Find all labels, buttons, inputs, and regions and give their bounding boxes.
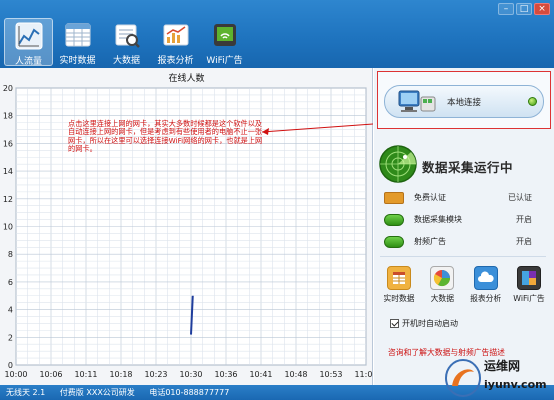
window-controls: – □ × xyxy=(498,3,550,15)
stat-data-collection-name: 数据采集模块 xyxy=(414,215,462,224)
tab-big-data[interactable]: 大数据 xyxy=(102,18,151,66)
close-button[interactable]: × xyxy=(534,3,550,15)
y-tick-label: 10 xyxy=(3,223,13,232)
stat-free-auth-value: 已认证 xyxy=(508,193,532,202)
tab-big-data-label: 大数据 xyxy=(112,56,140,66)
stat-free-auth: 免费认证 已认证 xyxy=(382,190,548,206)
watermark-line2: iyunv.com xyxy=(484,378,547,391)
report-analysis-icon xyxy=(162,21,190,49)
autostart-checkbox[interactable] xyxy=(390,319,399,328)
local-connection-label: 本地连接 xyxy=(447,98,482,108)
divider xyxy=(380,256,546,257)
tab-traffic-label: 人流量 xyxy=(14,57,42,67)
stat-free-auth-name: 免费认证 xyxy=(414,193,446,202)
realtime-data-icon xyxy=(387,266,411,290)
y-tick-label: 8 xyxy=(8,250,13,259)
tab-wifi-ad[interactable]: WiFi广告 xyxy=(200,18,249,66)
y-tick-label: 16 xyxy=(3,139,13,148)
y-tick-label: 12 xyxy=(3,195,13,204)
shortcut-report-analysis-label: 报表分析 xyxy=(470,294,502,303)
chart-annotation: 点击这里连接上网的网卡，其实大多数时候都是这个软件以及自动连接上网的网卡，但是考… xyxy=(68,119,263,153)
maximize-button[interactable]: □ xyxy=(516,3,532,15)
x-tick-label: 10:06 xyxy=(39,370,62,379)
shortcut-report-analysis[interactable]: 报表分析 xyxy=(465,266,507,304)
collection-status-title: 数据采集运行中 xyxy=(422,160,514,175)
local-connection-button[interactable]: 本地连接 xyxy=(384,85,544,118)
shortcut-big-data[interactable]: 大数据 xyxy=(421,266,463,304)
connection-status-dot-icon xyxy=(528,97,537,106)
auth-badge-icon xyxy=(384,192,404,204)
toolbar: – □ × 人流量 实时数据 大数据 报表分析 WiFi广告 xyxy=(0,0,554,68)
tab-report-analysis[interactable]: 报表分析 xyxy=(151,18,200,66)
minimize-button[interactable]: – xyxy=(498,3,514,15)
y-tick-label: 14 xyxy=(3,167,13,176)
green-toggle-icon[interactable] xyxy=(384,236,404,248)
chart-title: 在线人数 xyxy=(168,74,205,84)
edition-text: 付费版 XXX公司研发 xyxy=(59,388,135,397)
phone-text: 电话010-888877777 xyxy=(149,388,230,397)
tab-realtime-data[interactable]: 实时数据 xyxy=(53,18,102,66)
wifi-ad-icon xyxy=(211,21,239,49)
wifi-ad-icon xyxy=(516,266,541,290)
status-panel: 本地连接 数据采集运行中 免费认证 已认证 数据采集模块 开启 射频广告 开启 … xyxy=(374,68,554,385)
autostart-option[interactable]: 开机时自动启动 xyxy=(390,318,458,329)
autostart-label: 开机时自动启动 xyxy=(402,319,458,328)
x-tick-label: 10:48 xyxy=(284,370,307,379)
network-adapter-icon xyxy=(398,90,436,112)
stat-data-collection: 数据采集模块 开启 xyxy=(382,212,548,228)
tab-wifi-ad-label: WiFi广告 xyxy=(206,56,243,66)
x-tick-label: 10:11 xyxy=(74,370,97,379)
y-tick-label: 20 xyxy=(3,84,13,93)
shortcut-bar: 实时数据 大数据 报表分析 WiFi广告 xyxy=(378,266,550,304)
radar-status-icon xyxy=(379,145,417,183)
cloud-report-icon xyxy=(473,266,498,290)
x-tick-label: 11:00 xyxy=(354,370,373,379)
shortcut-realtime-data-label: 实时数据 xyxy=(383,294,415,303)
version-text: 无线天 2.1 xyxy=(6,388,46,397)
online-users-chart: 0 2 4 6 8 10 12 14 16 18 20 10:00 10:06 10:11 10:18 10:… xyxy=(3,84,373,379)
x-tick-label: 10:53 xyxy=(319,370,342,379)
green-toggle-icon[interactable] xyxy=(384,214,404,226)
traffic-chart-icon xyxy=(15,22,43,50)
y-tick-label: 6 xyxy=(8,278,13,287)
site-watermark: 运维网 iyunv.com xyxy=(444,356,552,400)
tab-realtime-data-label: 实时数据 xyxy=(59,56,96,66)
shortcut-big-data-label: 大数据 xyxy=(430,294,455,303)
y-tick-label: 0 xyxy=(8,361,13,370)
stat-data-collection-value: 开启 xyxy=(516,215,532,224)
x-tick-label: 10:00 xyxy=(4,370,27,379)
traffic-chart-panel: 0 2 4 6 8 10 12 14 16 18 20 10:00 10:06 10:11 10:18 10:… xyxy=(0,68,373,385)
y-tick-label: 2 xyxy=(8,333,13,342)
tab-traffic[interactable]: 人流量 xyxy=(4,18,53,67)
connection-box: 本地连接 xyxy=(377,71,551,129)
x-tick-label: 10:30 xyxy=(179,370,202,379)
collection-status: 数据采集运行中 xyxy=(378,144,550,184)
big-data-icon xyxy=(113,21,141,49)
y-tick-label: 18 xyxy=(3,112,13,121)
x-tick-label: 10:41 xyxy=(249,370,272,379)
shortcut-realtime-data[interactable]: 实时数据 xyxy=(378,266,420,304)
watermark-logo-icon xyxy=(445,359,481,397)
realtime-table-icon xyxy=(64,21,92,49)
tab-report-analysis-label: 报表分析 xyxy=(157,56,194,66)
big-data-icon xyxy=(430,266,455,290)
shortcut-wifi-ad[interactable]: WiFi广告 xyxy=(508,266,550,304)
stat-rf-ads-value: 开启 xyxy=(516,237,532,246)
watermark-line1: 运维网 xyxy=(484,359,521,373)
x-tick-label: 10:36 xyxy=(214,370,237,379)
x-tick-label: 10:18 xyxy=(109,370,132,379)
y-tick-label: 4 xyxy=(8,306,13,315)
x-tick-label: 10:23 xyxy=(144,370,167,379)
shortcut-wifi-ad-label: WiFi广告 xyxy=(513,294,545,303)
stat-rf-ads-name: 射频广告 xyxy=(414,237,446,246)
toolbar-tabs: 人流量 实时数据 大数据 报表分析 WiFi广告 xyxy=(4,18,249,67)
stat-rf-ads: 射频广告 开启 xyxy=(382,234,548,250)
